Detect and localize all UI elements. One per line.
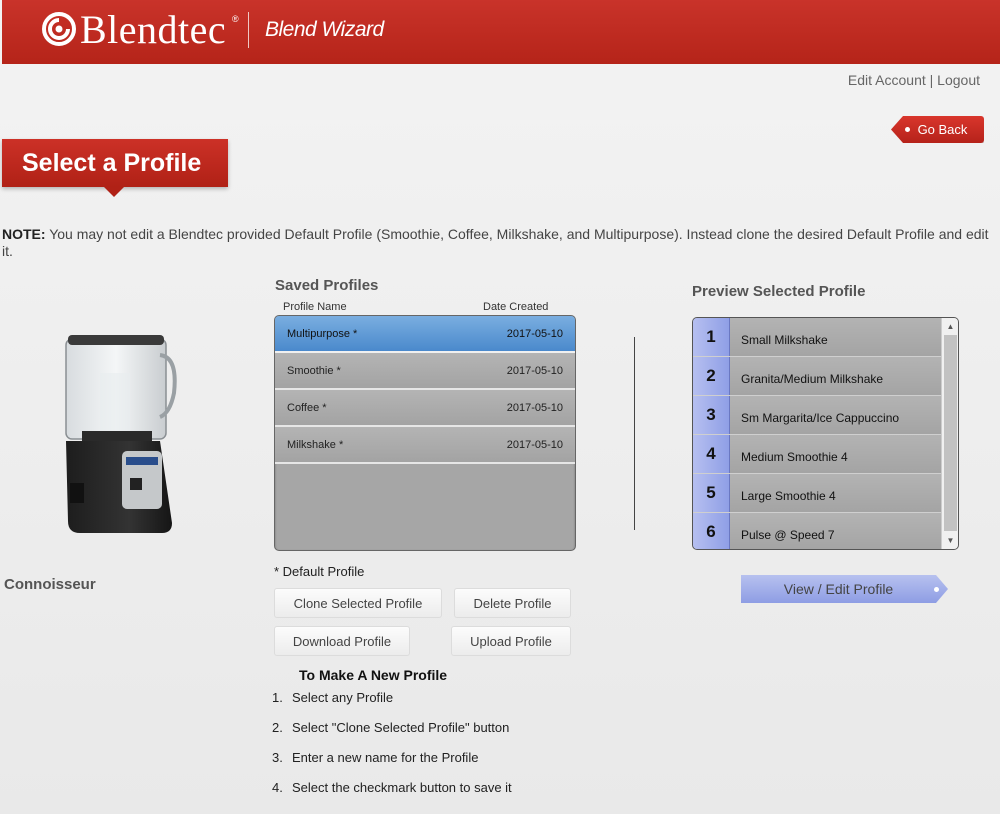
profile-row[interactable]: Coffee * 2017-05-10 [275, 390, 575, 427]
blendtec-logo-icon [42, 12, 76, 46]
profile-name: Milkshake * [287, 438, 344, 451]
profile-name: Coffee * [287, 401, 327, 414]
scroll-up-icon[interactable]: ▲ [942, 318, 958, 335]
step-text: Select "Clone Selected Profile" button [292, 720, 510, 735]
scroll-thumb[interactable] [944, 335, 957, 531]
clone-profile-button[interactable]: Clone Selected Profile [274, 588, 442, 618]
blend-name: Pulse @ Speed 7 [730, 513, 941, 549]
account-links: Edit Account | Logout [848, 72, 980, 88]
upload-profile-button[interactable]: Upload Profile [451, 626, 571, 656]
blend-number: 6 [693, 513, 730, 549]
blend-name: Granita/Medium Milkshake [730, 357, 941, 395]
preview-item: 4 Medium Smoothie 4 [693, 435, 941, 474]
step-number: 1. [272, 690, 283, 705]
preview-item: 5 Large Smoothie 4 [693, 474, 941, 513]
instruction-step: 1. Select any Profile [272, 690, 393, 705]
blend-number: 3 [693, 396, 730, 434]
vertical-divider [634, 337, 635, 530]
page-title: Select a Profile [2, 139, 228, 187]
app-name: Blend Wizard [265, 18, 384, 41]
go-back-button[interactable]: Go Back [891, 116, 984, 143]
new-profile-instructions-title: To Make A New Profile [299, 667, 448, 683]
blender-image [65, 335, 177, 533]
profile-date: 2017-05-10 [506, 438, 563, 451]
blend-name: Medium Smoothie 4 [730, 435, 941, 473]
delete-profile-button[interactable]: Delete Profile [454, 588, 571, 618]
instruction-step: 3. Enter a new name for the Profile [272, 750, 478, 765]
profile-row[interactable]: Multipurpose * 2017-05-10 [275, 316, 575, 353]
go-back-label: Go Back [917, 122, 968, 137]
preview-item: 6 Pulse @ Speed 7 [693, 513, 941, 549]
dot-icon [905, 127, 910, 132]
column-header-name: Profile Name [283, 301, 347, 313]
link-separator: | [929, 72, 934, 88]
view-edit-label: View / Edit Profile [783, 581, 894, 597]
note-body: You may not edit a Blendtec provided Def… [2, 226, 989, 259]
instruction-step: 4. Select the checkmark button to save it [272, 780, 512, 795]
preview-item: 2 Granita/Medium Milkshake [693, 357, 941, 396]
blend-number: 2 [693, 357, 730, 395]
preview-item: 1 Small Milkshake [693, 318, 941, 357]
step-number: 4. [272, 780, 283, 795]
profile-name: Smoothie * [287, 364, 341, 377]
profile-name: Multipurpose * [287, 327, 358, 340]
saved-profiles-list: Multipurpose * 2017-05-10 Smoothie * 201… [274, 315, 576, 551]
download-profile-button[interactable]: Download Profile [274, 626, 410, 656]
column-header-date: Date Created [483, 301, 549, 313]
step-number: 3. [272, 750, 283, 765]
blend-number: 1 [693, 318, 730, 356]
header-divider [248, 12, 249, 48]
preview-list: 1 Small Milkshake 2 Granita/Medium Milks… [692, 317, 959, 550]
saved-profiles-title: Saved Profiles [275, 277, 379, 294]
profile-date: 2017-05-10 [506, 364, 563, 377]
preview-scrollbar[interactable]: ▲ ▼ [941, 318, 958, 549]
preview-title: Preview Selected Profile [692, 283, 866, 300]
trademark-icon: ® [232, 14, 239, 24]
step-text: Select any Profile [292, 690, 394, 705]
brand-name: Blendtec [80, 7, 227, 52]
instruction-step: 2. Select "Clone Selected Profile" button [272, 720, 509, 735]
profile-row[interactable]: Smoothie * 2017-05-10 [275, 353, 575, 390]
preview-item: 3 Sm Margarita/Ice Cappuccino [693, 396, 941, 435]
logout-link[interactable]: Logout [937, 72, 980, 88]
blend-number: 4 [693, 435, 730, 473]
note-label: NOTE: [2, 226, 46, 242]
blend-name: Small Milkshake [730, 318, 941, 356]
note-text: NOTE: You may not edit a Blendtec provid… [2, 226, 1000, 260]
profile-row[interactable]: Milkshake * 2017-05-10 [275, 427, 575, 464]
profile-date: 2017-05-10 [506, 401, 563, 414]
profile-date: 2017-05-10 [506, 327, 563, 340]
step-number: 2. [272, 720, 283, 735]
blender-model-name: Connoisseur [4, 576, 96, 593]
blend-number: 5 [693, 474, 730, 512]
title-arrow-icon [103, 186, 125, 197]
dot-icon [934, 587, 939, 592]
header-bar: Blendtec ® Blend Wizard [2, 0, 1000, 64]
blend-name: Large Smoothie 4 [730, 474, 941, 512]
step-text: Select the checkmark button to save it [292, 780, 512, 795]
scroll-down-icon[interactable]: ▼ [942, 532, 958, 549]
edit-account-link[interactable]: Edit Account [848, 72, 926, 88]
blend-name: Sm Margarita/Ice Cappuccino [730, 396, 941, 434]
default-profile-note: * Default Profile [274, 564, 365, 579]
step-text: Enter a new name for the Profile [292, 750, 479, 765]
view-edit-profile-button[interactable]: View / Edit Profile [741, 575, 948, 603]
